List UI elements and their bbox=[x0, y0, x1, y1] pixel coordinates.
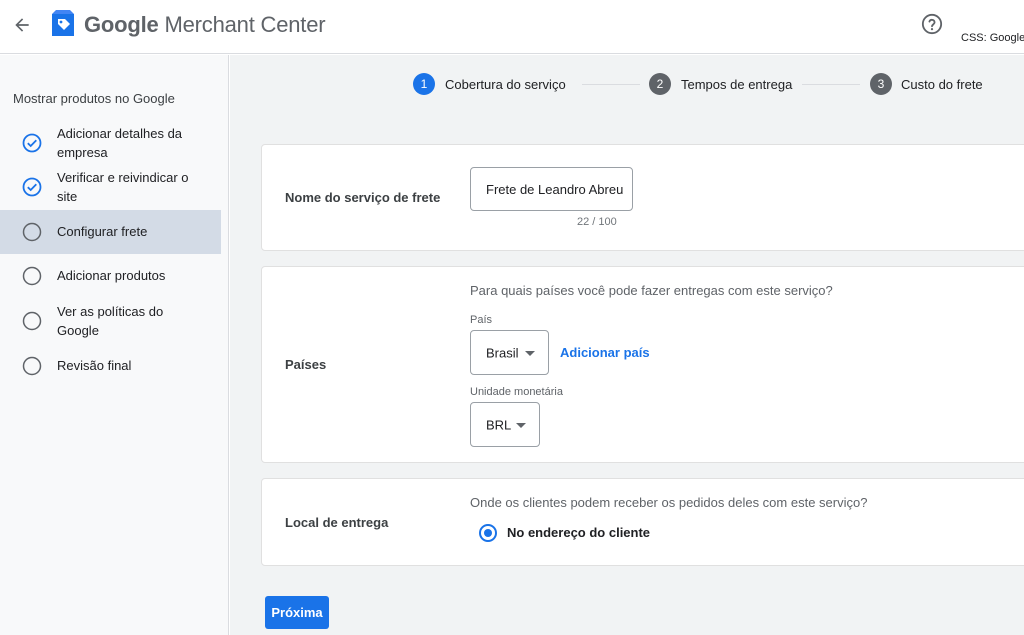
countries-card: Países Para quais países você pode fazer… bbox=[261, 266, 1024, 463]
step-3-number: 3 bbox=[870, 73, 892, 95]
currency-field-label: Unidade monetária bbox=[470, 386, 563, 398]
step-2-label: Tempos de entrega bbox=[681, 77, 793, 92]
radio-selected-icon[interactable] bbox=[479, 524, 497, 542]
step-1-label: Cobertura do serviço bbox=[445, 77, 566, 92]
delivery-location-label: Local de entrega bbox=[285, 515, 389, 530]
character-counter: 22 / 100 bbox=[577, 216, 617, 228]
service-name-card: Nome do serviço de frete Frete de Leandr… bbox=[261, 144, 1024, 251]
merchant-center-logo-icon bbox=[52, 10, 74, 36]
add-country-link[interactable]: Adicionar país bbox=[560, 345, 650, 360]
step-3-label: Custo do frete bbox=[901, 77, 983, 92]
dropdown-caret-icon bbox=[516, 422, 526, 428]
back-button[interactable] bbox=[8, 11, 36, 39]
service-name-label: Nome do serviço de frete bbox=[285, 190, 441, 205]
step-connector bbox=[802, 84, 860, 85]
sidebar-item-business-details[interactable]: Adicionar detalhes da empresa bbox=[0, 121, 221, 165]
back-arrow-icon bbox=[15, 18, 29, 32]
service-name-input[interactable]: Frete de Leandro Abreu bbox=[470, 167, 633, 211]
empty-circle-icon bbox=[22, 356, 42, 376]
step-1-number: 1 bbox=[413, 73, 435, 95]
sidebar-item-label: Verificar e reivindicar o site bbox=[57, 170, 189, 204]
country-select[interactable]: Brasil bbox=[470, 330, 549, 375]
countries-question: Para quais países você pode fazer entreg… bbox=[470, 283, 833, 298]
sidebar-item-label: Ver as políticas do Google bbox=[57, 304, 164, 338]
sidebar-item-label: Revisão final bbox=[57, 358, 132, 373]
empty-circle-icon bbox=[22, 222, 42, 242]
empty-circle-icon bbox=[22, 266, 42, 286]
sidebar-title: Mostrar produtos no Google bbox=[13, 91, 175, 106]
help-circle-icon[interactable] bbox=[921, 13, 943, 35]
sidebar-item-label: Configurar frete bbox=[57, 224, 148, 239]
sidebar-item-label: Adicionar detalhes da empresa bbox=[57, 126, 183, 160]
sidebar-item-label: Adicionar produtos bbox=[57, 268, 166, 283]
css-label: CSS: Google bbox=[961, 32, 1024, 44]
sidebar-item-shipping[interactable]: Configurar frete bbox=[0, 210, 221, 254]
sidebar-item-policies[interactable]: Ver as políticas do Google bbox=[0, 299, 221, 343]
next-button[interactable]: Próxima bbox=[265, 596, 329, 629]
stepper: 1 Cobertura do serviço 2 Tempos de entre… bbox=[230, 55, 1024, 115]
check-circle-icon bbox=[22, 133, 42, 153]
countries-label: Países bbox=[285, 357, 327, 372]
top-app-bar: Google Merchant Center CSS: Google bbox=[0, 0, 1024, 54]
country-field-label: País bbox=[470, 314, 493, 326]
sidebar-item-add-products[interactable]: Adicionar produtos bbox=[0, 256, 221, 296]
dropdown-caret-icon bbox=[525, 350, 535, 356]
brand-google: Google bbox=[84, 12, 159, 37]
product-title: Google Merchant Center bbox=[84, 12, 326, 38]
currency-select[interactable]: BRL bbox=[470, 402, 540, 447]
delivery-location-card: Local de entrega Onde os clientes podem … bbox=[261, 478, 1024, 566]
sidebar-item-final-review[interactable]: Revisão final bbox=[0, 346, 221, 386]
step-2-number: 2 bbox=[649, 73, 671, 95]
delivery-question: Onde os clientes podem receber os pedido… bbox=[470, 495, 868, 510]
customer-address-option[interactable]: No endereço do cliente bbox=[507, 525, 650, 540]
brand-product: Merchant Center bbox=[164, 12, 326, 37]
step-connector bbox=[582, 84, 640, 85]
main-content: 1 Cobertura do serviço 2 Tempos de entre… bbox=[230, 55, 1024, 635]
currency-value: BRL bbox=[486, 417, 512, 432]
check-circle-icon bbox=[22, 177, 42, 197]
sidebar-item-verify-site[interactable]: Verificar e reivindicar o site bbox=[0, 165, 221, 209]
setup-sidebar: Mostrar produtos no Google Adicionar det… bbox=[0, 55, 229, 635]
empty-circle-icon bbox=[22, 311, 42, 331]
country-value: Brasil bbox=[486, 345, 519, 360]
